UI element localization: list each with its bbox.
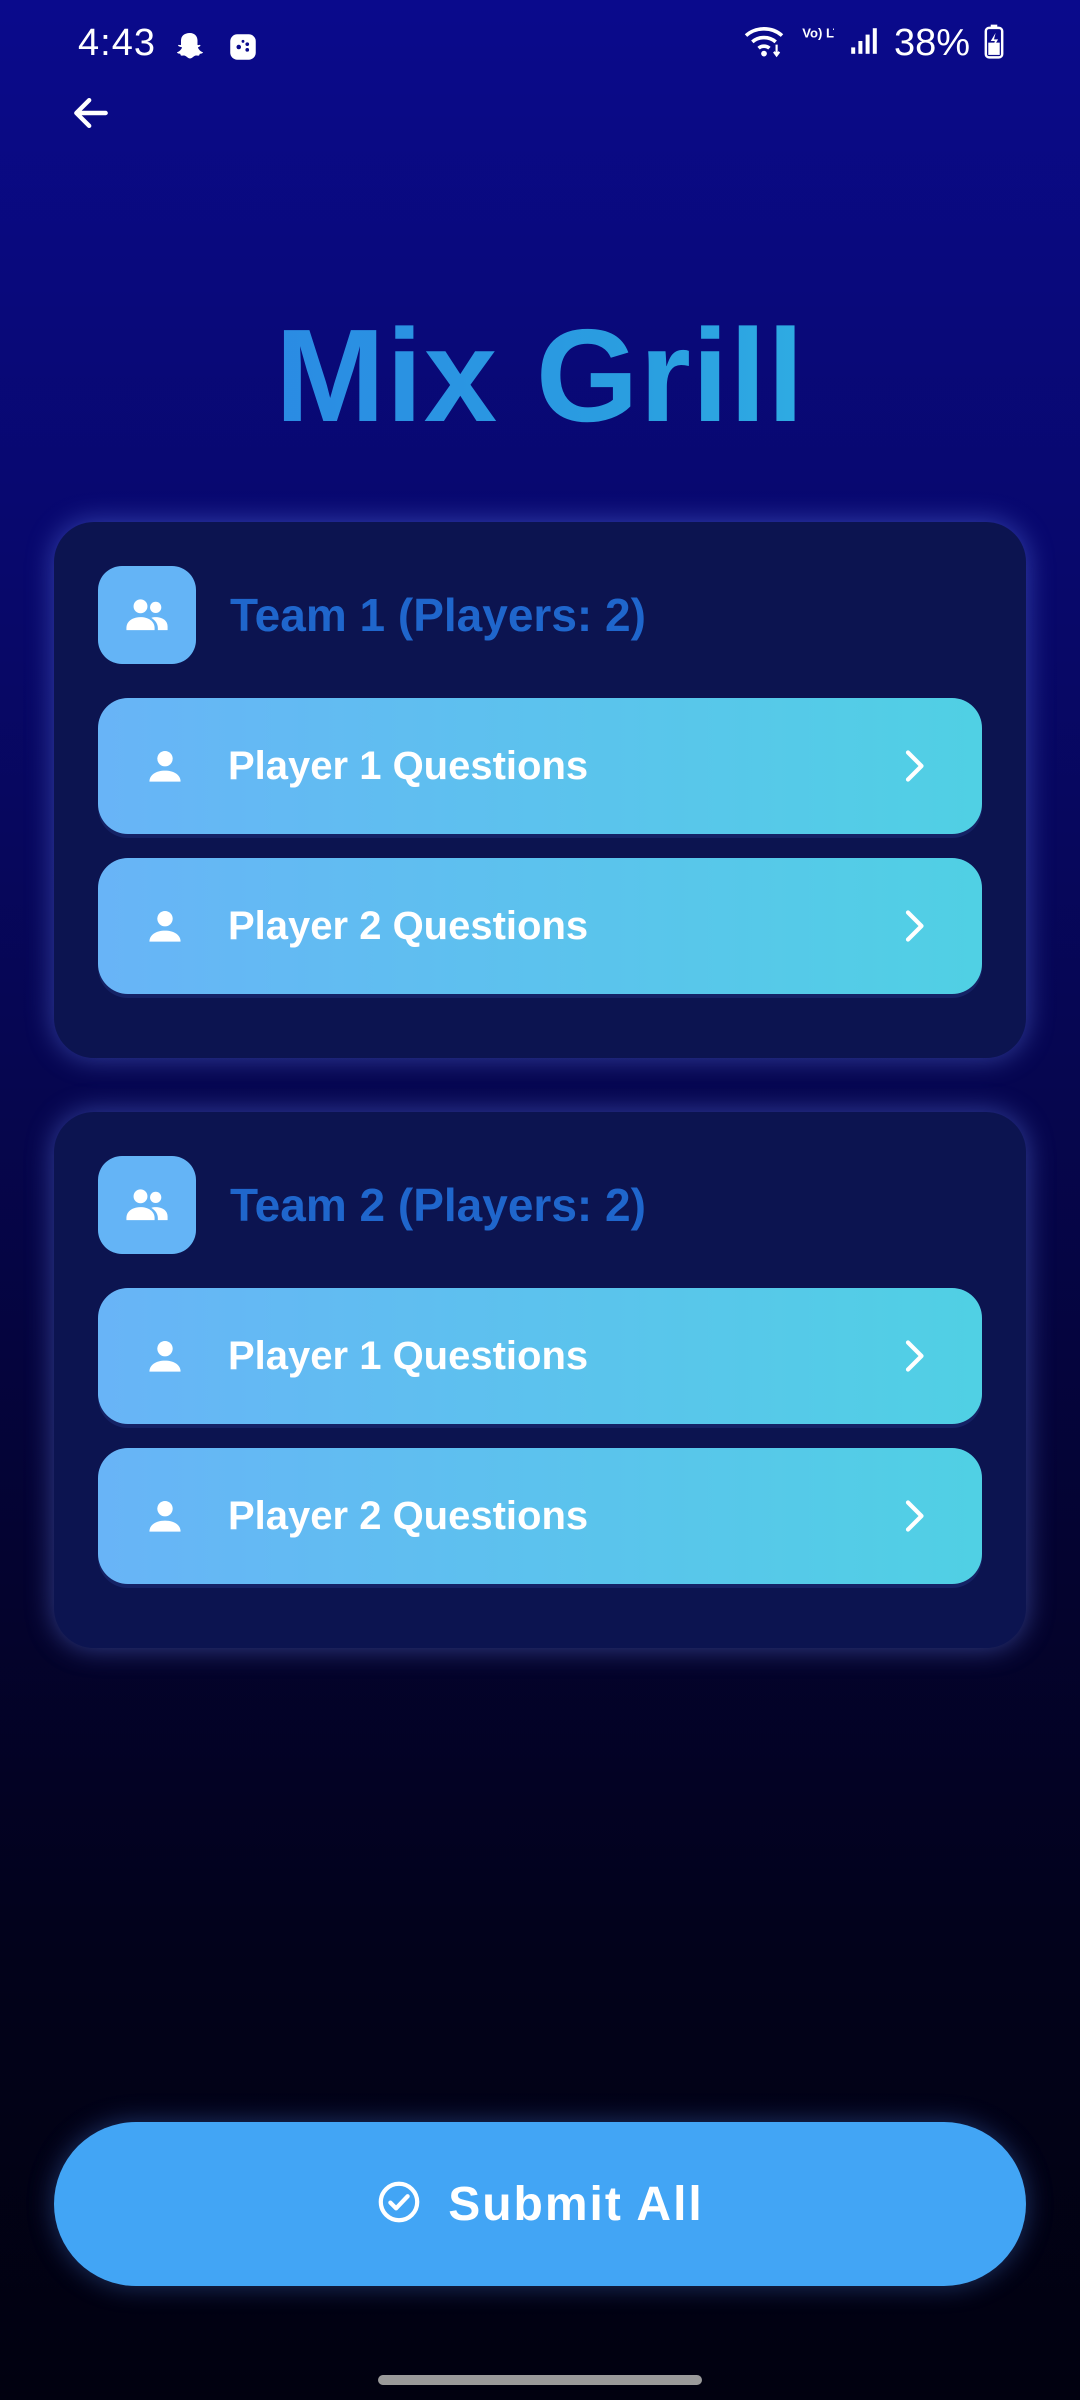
person-icon: [140, 741, 190, 791]
chevron-right-icon: [894, 1496, 934, 1536]
svg-text:Vo) LTE: Vo) LTE: [802, 26, 834, 41]
battery-icon: [984, 23, 1004, 64]
check-circle-icon: [376, 2179, 422, 2230]
person-icon: [140, 901, 190, 951]
player-label: Player 2 Questions: [228, 903, 589, 948]
status-left-icons: [172, 30, 260, 71]
page-title: Mix Grill: [0, 300, 1080, 451]
status-right: Vo) LTE 38%: [742, 22, 1004, 65]
player-2-questions-button[interactable]: Player 2 Questions: [98, 858, 982, 994]
chevron-right-icon: [894, 1336, 934, 1376]
volte-icon: Vo) LTE: [800, 23, 850, 64]
battery-percent: 38%: [893, 22, 970, 64]
chevron-right-icon: [894, 746, 934, 786]
person-icon: [140, 1491, 190, 1541]
home-indicator[interactable]: [378, 2375, 702, 2385]
status-time: 4:43: [78, 22, 156, 64]
back-button[interactable]: [62, 86, 120, 144]
player-label: Player 2 Questions: [228, 1493, 589, 1538]
group-icon: [98, 1156, 196, 1254]
team-header: Team 1 (Players: 2): [98, 566, 646, 664]
chevron-right-icon: [894, 906, 934, 946]
player-label: Player 1 Questions: [228, 1333, 589, 1378]
player-2-questions-button[interactable]: Player 2 Questions: [98, 1448, 982, 1584]
game-icon: [226, 30, 260, 71]
signal-icon: [848, 25, 880, 62]
submit-label: Submit All: [448, 2177, 704, 2231]
player-label: Player 1 Questions: [228, 743, 589, 788]
team-title: Team 2 (Players: 2): [230, 1179, 646, 1231]
snapchat-icon: [172, 30, 208, 71]
status-bar: 4:43 Vo) LTE 38%: [0, 0, 1080, 96]
wifi-icon: [742, 23, 786, 64]
team-title: Team 1 (Players: 2): [230, 589, 646, 641]
group-icon: [98, 566, 196, 664]
team-header: Team 2 (Players: 2): [98, 1156, 646, 1254]
player-1-questions-button[interactable]: Player 1 Questions: [98, 1288, 982, 1424]
team-card-1: Team 1 (Players: 2) Player 1 Questions P…: [54, 522, 1026, 1058]
player-1-questions-button[interactable]: Player 1 Questions: [98, 698, 982, 834]
team-card-2: Team 2 (Players: 2) Player 1 Questions P…: [54, 1112, 1026, 1648]
person-icon: [140, 1331, 190, 1381]
arrow-left-icon: [69, 91, 113, 140]
submit-all-button[interactable]: Submit All: [54, 2122, 1026, 2286]
